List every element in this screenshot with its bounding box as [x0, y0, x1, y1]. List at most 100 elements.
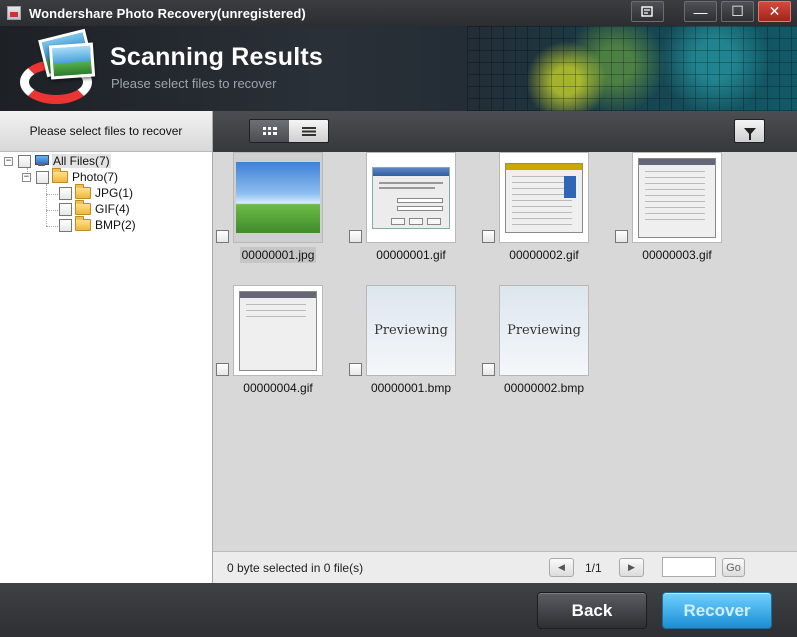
- banner-decoration: [467, 26, 797, 111]
- jpg-checkbox[interactable]: [59, 186, 72, 200]
- collapse-icon[interactable]: −: [22, 172, 31, 182]
- status-bar: 0 byte selected in 0 file(s) ◀ 1/1 ▶ Go: [213, 551, 797, 583]
- file-item[interactable]: Previewing 00000001.bmp: [346, 285, 456, 405]
- file-checkbox[interactable]: [482, 363, 495, 376]
- window-preview: [638, 157, 716, 238]
- file-thumbnail[interactable]: [366, 152, 456, 243]
- maximize-button[interactable]: ☐: [721, 1, 754, 22]
- file-item[interactable]: 00000003.gif: [612, 152, 722, 272]
- file-checkbox[interactable]: [349, 363, 362, 376]
- previewing-placeholder: Previewing: [367, 286, 455, 375]
- tree-node-photo[interactable]: − Photo(7): [22, 168, 119, 185]
- file-thumbnail[interactable]: [632, 152, 722, 243]
- list-view-button[interactable]: [289, 120, 328, 142]
- minimize-icon: —: [693, 3, 708, 20]
- app-logo: [20, 28, 100, 106]
- file-name: 00000002.bmp: [479, 381, 609, 395]
- file-tree-panel: Please select files to recover − All Fil…: [0, 111, 213, 583]
- tree-node-bmp[interactable]: BMP(2): [59, 216, 137, 233]
- file-thumbnail[interactable]: Previewing: [499, 285, 589, 376]
- tree-line: [46, 210, 58, 211]
- file-name-text: 00000003.gif: [642, 248, 712, 262]
- photo-icon: [48, 42, 96, 80]
- next-page-button[interactable]: ▶: [619, 558, 644, 577]
- file-thumbnail[interactable]: [233, 152, 323, 243]
- close-icon: ✕: [768, 3, 781, 19]
- file-name-text: 00000001.bmp: [370, 381, 452, 395]
- filter-button[interactable]: [734, 119, 765, 143]
- file-thumbnail[interactable]: [233, 285, 323, 376]
- list-view-icon: [301, 126, 316, 136]
- header-banner: Scanning Results Please select files to …: [0, 26, 797, 111]
- minimize-button[interactable]: —: [684, 1, 717, 22]
- page-title: Scanning Results: [110, 43, 323, 71]
- landscape-preview: [236, 162, 320, 233]
- back-button[interactable]: Back: [537, 592, 647, 629]
- page-subtitle: Please select files to recover: [111, 76, 277, 91]
- tree-node-label[interactable]: All Files(7): [52, 154, 111, 168]
- title-bar: Wondershare Photo Recovery(unregistered)…: [0, 0, 797, 26]
- tree-node-label[interactable]: GIF(4): [94, 202, 131, 216]
- previewing-placeholder: Previewing: [500, 286, 588, 375]
- file-item[interactable]: 00000001.gif: [346, 152, 456, 272]
- prev-page-button[interactable]: ◀: [549, 558, 574, 577]
- folder-icon: [75, 184, 91, 199]
- window-controls: — ☐ ✕: [631, 1, 791, 22]
- sidebar-header: Please select files to recover: [0, 111, 212, 152]
- view-mode-toggle: [249, 119, 329, 143]
- close-button[interactable]: ✕: [758, 1, 791, 22]
- file-checkbox[interactable]: [216, 230, 229, 243]
- window-preview: [239, 290, 317, 371]
- folder-icon: [75, 216, 91, 231]
- file-name-text: 00000002.bmp: [503, 381, 585, 395]
- recover-button[interactable]: Recover: [662, 592, 772, 629]
- page-number-input[interactable]: [662, 557, 716, 577]
- page-indicator: 1/1: [585, 561, 602, 575]
- tree-node-label[interactable]: Photo(7): [71, 170, 119, 184]
- file-item[interactable]: 00000001.jpg: [213, 152, 323, 272]
- chevron-right-icon: ▶: [628, 562, 635, 572]
- file-name-text: 00000001.gif: [376, 248, 446, 262]
- file-name-text: 00000001.jpg: [239, 247, 317, 263]
- tree-node-label[interactable]: JPG(1): [94, 186, 134, 200]
- tree-node-all-files[interactable]: − All Files(7): [4, 153, 111, 169]
- tree-node-gif[interactable]: GIF(4): [59, 200, 131, 217]
- folder-icon: [75, 200, 91, 215]
- thumbnail-view-button[interactable]: [250, 120, 289, 142]
- file-name: 00000003.gif: [612, 248, 742, 262]
- file-item[interactable]: Previewing 00000002.bmp: [479, 285, 589, 405]
- photo-checkbox[interactable]: [36, 170, 49, 184]
- folder-icon: [52, 168, 68, 183]
- bmp-checkbox[interactable]: [59, 218, 72, 232]
- footer-bar: Back Recover: [0, 583, 797, 637]
- tree-line: [46, 226, 58, 227]
- file-item[interactable]: 00000004.gif: [213, 285, 323, 405]
- file-name: 00000001.bmp: [346, 381, 476, 395]
- register-button[interactable]: [631, 1, 664, 22]
- file-name: 00000004.gif: [213, 381, 343, 395]
- file-checkbox[interactable]: [349, 230, 362, 243]
- file-checkbox[interactable]: [615, 230, 628, 243]
- tree-node-label[interactable]: BMP(2): [94, 218, 137, 232]
- filter-icon: [743, 127, 756, 140]
- grid-view-icon: [262, 127, 277, 135]
- selection-status: 0 byte selected in 0 file(s): [227, 561, 364, 575]
- file-name: 00000001.gif: [346, 248, 476, 262]
- view-toolbar: [213, 111, 797, 152]
- thumbnail-grid: 00000001.jpg 00000001.gif 00000002.gif 0…: [213, 152, 797, 551]
- tree-line: [46, 184, 47, 226]
- file-checkbox[interactable]: [482, 230, 495, 243]
- register-icon: [641, 5, 653, 17]
- go-button[interactable]: Go: [722, 558, 745, 577]
- file-item[interactable]: 00000002.gif: [479, 152, 589, 272]
- file-thumbnail[interactable]: Previewing: [366, 285, 456, 376]
- file-thumbnail[interactable]: [499, 152, 589, 243]
- collapse-icon[interactable]: −: [4, 156, 13, 166]
- gif-checkbox[interactable]: [59, 202, 72, 216]
- tree-node-jpg[interactable]: JPG(1): [59, 184, 134, 201]
- file-checkbox[interactable]: [216, 363, 229, 376]
- app-icon: [7, 6, 21, 20]
- chevron-left-icon: ◀: [558, 562, 565, 572]
- file-name-text: 00000002.gif: [509, 248, 579, 262]
- all-files-checkbox[interactable]: [18, 154, 31, 168]
